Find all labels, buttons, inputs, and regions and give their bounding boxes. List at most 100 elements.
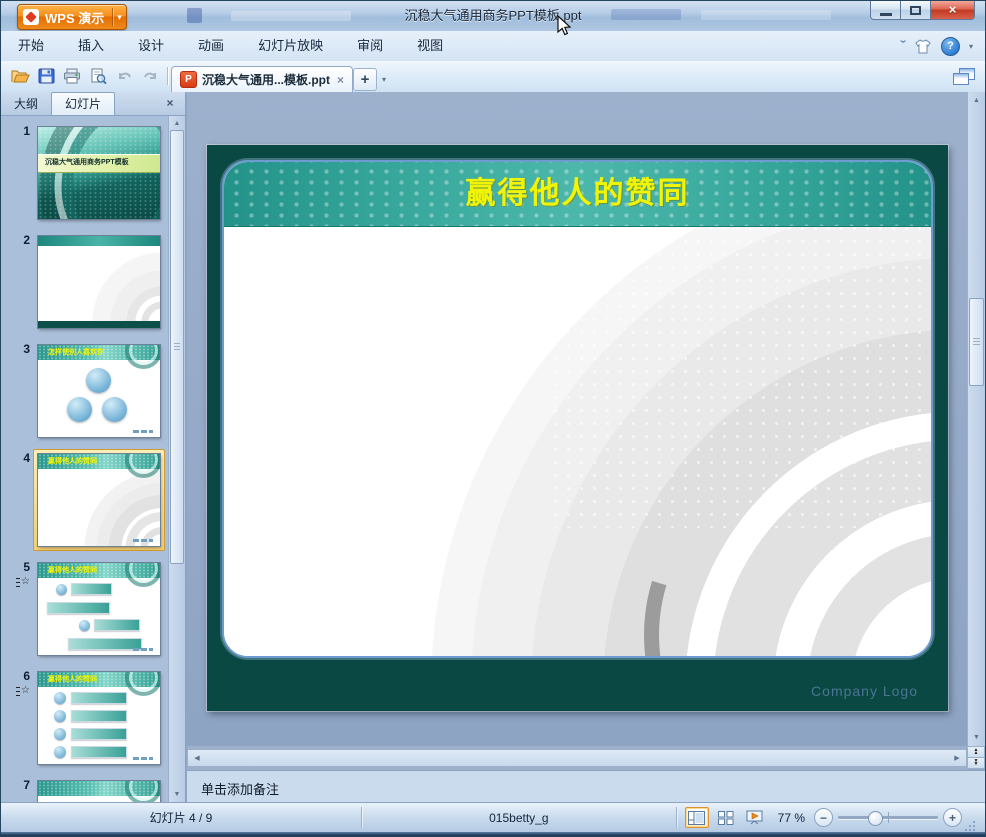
slide-number: 1 bbox=[6, 124, 30, 138]
zoom-slider-tick bbox=[888, 812, 889, 823]
slide-thumbnail[interactable]: 赢得他人的赞同 bbox=[33, 558, 165, 660]
ppt-file-icon: P bbox=[180, 71, 197, 88]
window-controls: × bbox=[870, 1, 975, 20]
slide-indicator: 幻灯片 4 / 9 bbox=[1, 809, 361, 826]
slide-thumbnail[interactable]: 赢得他人的赞同 bbox=[33, 449, 165, 551]
company-logo-text[interactable]: Company Logo bbox=[811, 683, 918, 699]
slide-pager: ▲▲ ▼▼ bbox=[967, 746, 985, 770]
scroll-right-icon[interactable]: ▶ bbox=[950, 750, 964, 766]
close-icon: × bbox=[949, 5, 957, 15]
print-button[interactable] bbox=[61, 65, 83, 87]
menu-item-insert[interactable]: 插入 bbox=[61, 31, 121, 61]
slide-thumbnail[interactable] bbox=[33, 776, 165, 802]
application-window: 沉稳大气通用商务PPT模板.ppt WPS 演示 ▾ × 开始 插入 设计 动画… bbox=[0, 0, 986, 837]
slide-thumbnail[interactable]: 沉稳大气通用商务PPT模板 bbox=[33, 122, 165, 224]
window-resize-grip[interactable] bbox=[967, 812, 975, 824]
thumbnail-gutter: 6☆ bbox=[6, 667, 33, 769]
new-tab-dropdown-icon[interactable]: ▾ bbox=[376, 70, 392, 89]
slide-thumbnail-row: 1沉稳大气通用商务PPT模板 bbox=[6, 122, 168, 224]
menu-item-design[interactable]: 设计 bbox=[121, 31, 181, 61]
print-preview-button[interactable] bbox=[87, 65, 109, 87]
background-window-artifact bbox=[231, 11, 351, 21]
menu-item-slideshow[interactable]: 幻灯片放映 bbox=[241, 31, 340, 61]
user-name: 015betty_g bbox=[362, 811, 676, 825]
menu-item-view[interactable]: 视图 bbox=[400, 31, 460, 61]
chevron-down-icon[interactable]: ▾ bbox=[117, 12, 122, 23]
slide-number: 6 bbox=[6, 669, 30, 683]
slide-title-band[interactable]: 赢得他人的赞同 bbox=[224, 162, 931, 227]
slide-number: 5 bbox=[6, 560, 30, 574]
status-bar: 幻灯片 4 / 9 015betty_g 77 % − + bbox=[1, 802, 985, 832]
thumbnail-gutter: 4 bbox=[6, 449, 33, 551]
menu-item-review[interactable]: 审阅 bbox=[340, 31, 400, 61]
minimize-button[interactable] bbox=[870, 1, 900, 20]
thumbnail-title-text: 怎样使别人喜欢你 bbox=[38, 345, 160, 360]
scroll-up-icon[interactable]: ▲ bbox=[169, 116, 185, 131]
slide-title[interactable]: 赢得他人的赞同 bbox=[224, 162, 931, 226]
help-icon[interactable]: ? bbox=[941, 37, 960, 56]
menu-item-home[interactable]: 开始 bbox=[1, 31, 61, 61]
close-button[interactable]: × bbox=[930, 1, 975, 20]
thumbnail-preview bbox=[38, 781, 160, 802]
slides-panel: 大纲 幻灯片 × 1沉稳大气通用商务PPT模板23怎样使别人喜欢你4赢得他人的赞… bbox=[1, 92, 186, 802]
window-title: 沉稳大气通用商务PPT模板.ppt bbox=[1, 1, 985, 31]
notes-pane[interactable]: 单击添加备注 bbox=[187, 770, 985, 802]
document-tab[interactable]: P 沉稳大气通用...模板.ppt × bbox=[171, 66, 353, 92]
window-bottom-edge bbox=[1, 832, 985, 836]
slide-thumbnail[interactable]: 赢得他人的赞同 bbox=[33, 667, 165, 769]
scroll-up-icon[interactable]: ▲ bbox=[968, 93, 985, 108]
slideshow-view-button[interactable] bbox=[743, 807, 767, 828]
scroll-left-icon[interactable]: ◀ bbox=[190, 750, 204, 766]
new-tab-button[interactable]: + bbox=[353, 68, 377, 91]
zoom-slider-handle[interactable] bbox=[868, 811, 883, 826]
redo-icon[interactable] bbox=[139, 65, 161, 87]
slide-thumbnail-row: 4赢得他人的赞同 bbox=[6, 449, 168, 551]
slide-thumbnail[interactable] bbox=[33, 231, 165, 333]
zoom-slider[interactable] bbox=[838, 816, 938, 819]
next-slide-button[interactable]: ▼▼ bbox=[967, 757, 985, 769]
menu-bar: 开始 插入 设计 动画 幻灯片放映 审阅 视图 ˇ ? ▾ bbox=[1, 31, 985, 61]
panel-tabs: 大纲 幻灯片 × bbox=[1, 92, 185, 116]
cascade-windows-icon[interactable] bbox=[953, 68, 975, 86]
scroll-down-icon[interactable]: ▼ bbox=[968, 730, 985, 745]
zoom-in-button[interactable]: + bbox=[943, 808, 962, 827]
menu-item-animation[interactable]: 动画 bbox=[181, 31, 241, 61]
thumbnail-preview: 赢得他人的赞同 bbox=[38, 563, 160, 655]
slide-sorter-view-button[interactable] bbox=[714, 807, 738, 828]
slide-content-area[interactable]: 赢得他人的赞同 bbox=[222, 160, 933, 658]
maximize-button[interactable] bbox=[900, 1, 930, 20]
slide-thumbnail-row: 5 ☆ 赢得他人的赞同 bbox=[6, 558, 168, 660]
slide-canvas[interactable]: 赢得他人的赞同 Company Logo bbox=[207, 145, 948, 711]
tab-outline[interactable]: 大纲 bbox=[1, 93, 51, 115]
slide-thumbnail-row: 3怎样使别人喜欢你 bbox=[6, 340, 168, 442]
background-window-artifact bbox=[701, 10, 831, 20]
horizontal-scrollbar[interactable]: ◀ ▶ bbox=[187, 746, 967, 770]
minimize-icon bbox=[880, 13, 892, 16]
undo-icon[interactable] bbox=[113, 65, 135, 87]
background-window-artifact bbox=[187, 8, 202, 23]
normal-view-button[interactable] bbox=[685, 807, 709, 828]
animation-star-icon: ☆ bbox=[6, 577, 30, 587]
tab-slides[interactable]: 幻灯片 bbox=[51, 92, 115, 115]
panel-scrollbar[interactable]: ▲ ▼ bbox=[168, 116, 185, 802]
thumbnail-preview: 怎样使别人喜欢你 bbox=[38, 345, 160, 437]
slide-thumbnail-row: 6☆赢得他人的赞同 bbox=[6, 667, 168, 769]
skin-theme-icon[interactable] bbox=[914, 39, 932, 54]
open-file-button[interactable] bbox=[9, 65, 31, 87]
zoom-out-button[interactable]: − bbox=[814, 808, 833, 827]
chevron-down-icon[interactable]: ▾ bbox=[969, 42, 973, 51]
panel-close-icon[interactable]: × bbox=[163, 96, 177, 110]
wps-menu-button[interactable]: WPS 演示 ▾ bbox=[17, 4, 127, 30]
slide-viewport: 赢得他人的赞同 Company Logo bbox=[187, 92, 967, 746]
vertical-scrollbar[interactable]: ▲ ▼ bbox=[967, 92, 985, 746]
scroll-down-icon[interactable]: ▼ bbox=[169, 787, 185, 802]
tab-close-icon[interactable]: × bbox=[337, 73, 344, 87]
thumbnail-gutter: 2 bbox=[6, 231, 33, 333]
save-button[interactable] bbox=[35, 65, 57, 87]
scrollbar-thumb[interactable] bbox=[969, 298, 984, 386]
scrollbar-thumb[interactable] bbox=[170, 130, 184, 564]
collapse-ribbon-icon[interactable]: ˇ bbox=[901, 40, 906, 52]
main-editing-area: 赢得他人的赞同 Company Logo ▲ ▼ ◀ ▶ ▲▲ ▼▼ bbox=[187, 92, 985, 802]
slide-thumbnail[interactable]: 怎样使别人喜欢你 bbox=[33, 340, 165, 442]
thumbnail-preview bbox=[38, 236, 160, 328]
